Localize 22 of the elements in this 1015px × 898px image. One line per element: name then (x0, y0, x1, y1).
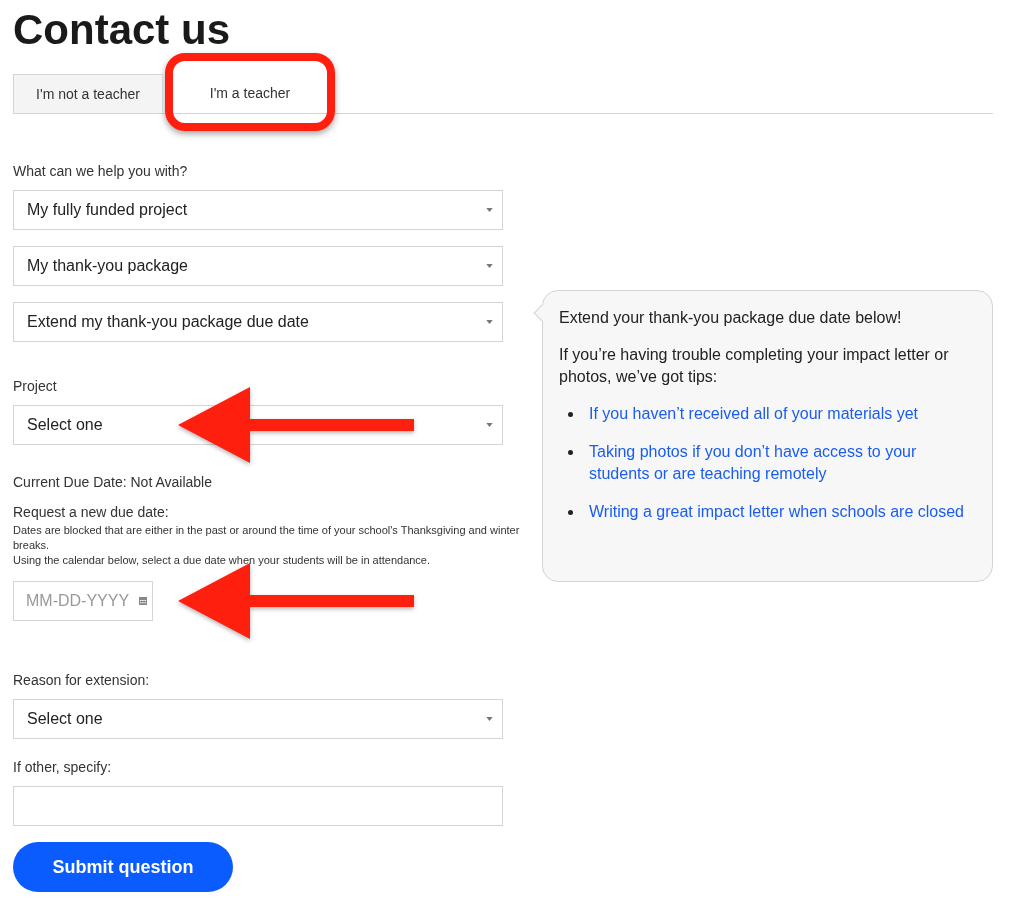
field-label: Project (13, 377, 58, 396)
tab[interactable]: I'm not a teacher (13, 74, 163, 113)
submit-button[interactable]: Submit question (13, 842, 233, 892)
field-label: What can we help you with? (13, 162, 189, 181)
dropdown[interactable]: Extend my thank-you package due date (13, 302, 503, 342)
dropdown[interactable]: My fully funded project (13, 190, 503, 230)
date-field[interactable]: MM-DD-YYYY (13, 581, 153, 621)
field-label: If other, specify: (13, 758, 113, 777)
tip-link[interactable]: Writing a great impact letter when schools are closed (589, 501, 964, 523)
tip-link[interactable]: Taking photos if you don’t have access to your students or are teaching remotely (589, 441, 980, 485)
tip-text: If you’re having trouble completing your impact letter or photos, we’ve got tips: (559, 345, 950, 387)
tab[interactable]: I'm a teacher (180, 74, 320, 113)
tip-link[interactable]: If you haven’t received all of your materials yet (589, 403, 919, 425)
dropdown[interactable]: My thank-you package (13, 246, 503, 286)
dropdown[interactable]: Select one (13, 699, 503, 739)
field-label: Request a new due date: (13, 503, 170, 522)
help-text: Dates are blocked that are either in the past or around the time of your school's Thanksgiving and winter breaks. (13, 523, 521, 553)
tip-heading: Extend your thank-you package due date below! (559, 308, 903, 328)
help-text: Using the calendar below, select a due date when your students will be in attendance. (13, 553, 432, 568)
field-label: Reason for extension: (13, 671, 151, 690)
page-title: Contact us (13, 6, 231, 54)
due-date-text: Current Due Date: Not Available (13, 473, 213, 492)
